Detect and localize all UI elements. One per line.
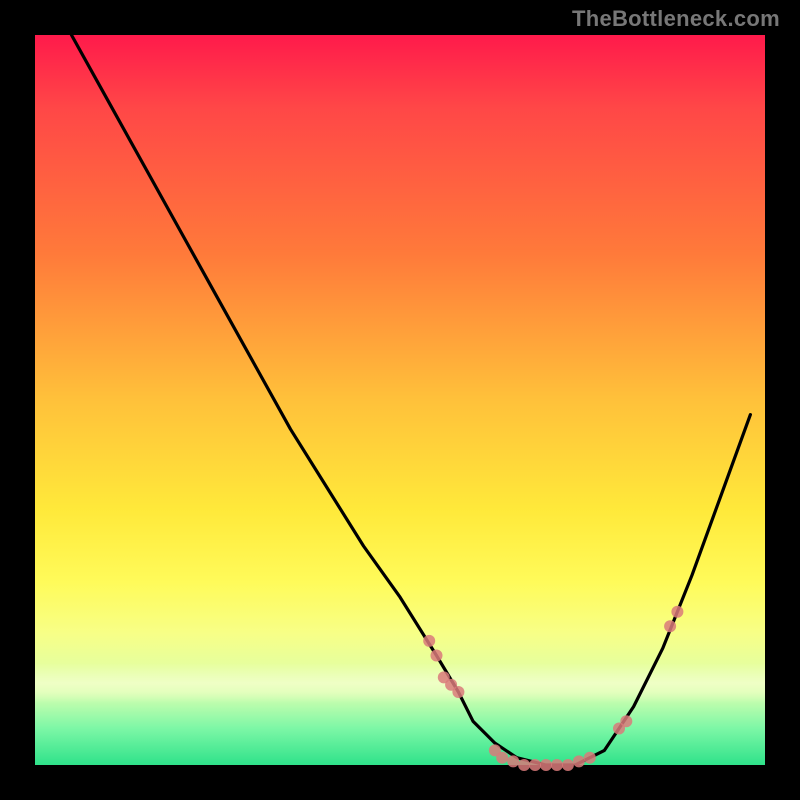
- highlight-point: [452, 686, 464, 698]
- highlight-point: [518, 759, 530, 771]
- highlight-point: [496, 752, 508, 764]
- highlight-point: [431, 650, 443, 662]
- highlight-point: [423, 635, 435, 647]
- highlight-point: [620, 715, 632, 727]
- watermark-label: TheBottleneck.com: [572, 6, 780, 32]
- highlight-point: [507, 755, 519, 767]
- highlight-point: [540, 759, 552, 771]
- plot-area: [35, 35, 765, 765]
- highlight-point: [529, 759, 541, 771]
- highlight-point: [573, 755, 585, 767]
- highlight-point: [671, 606, 683, 618]
- highlight-point: [562, 759, 574, 771]
- highlight-point: [551, 759, 563, 771]
- bottleneck-curve: [72, 35, 751, 765]
- highlight-point: [664, 620, 676, 632]
- chart-stage: TheBottleneck.com: [0, 0, 800, 800]
- chart-overlay: [35, 35, 765, 765]
- highlight-point: [584, 752, 596, 764]
